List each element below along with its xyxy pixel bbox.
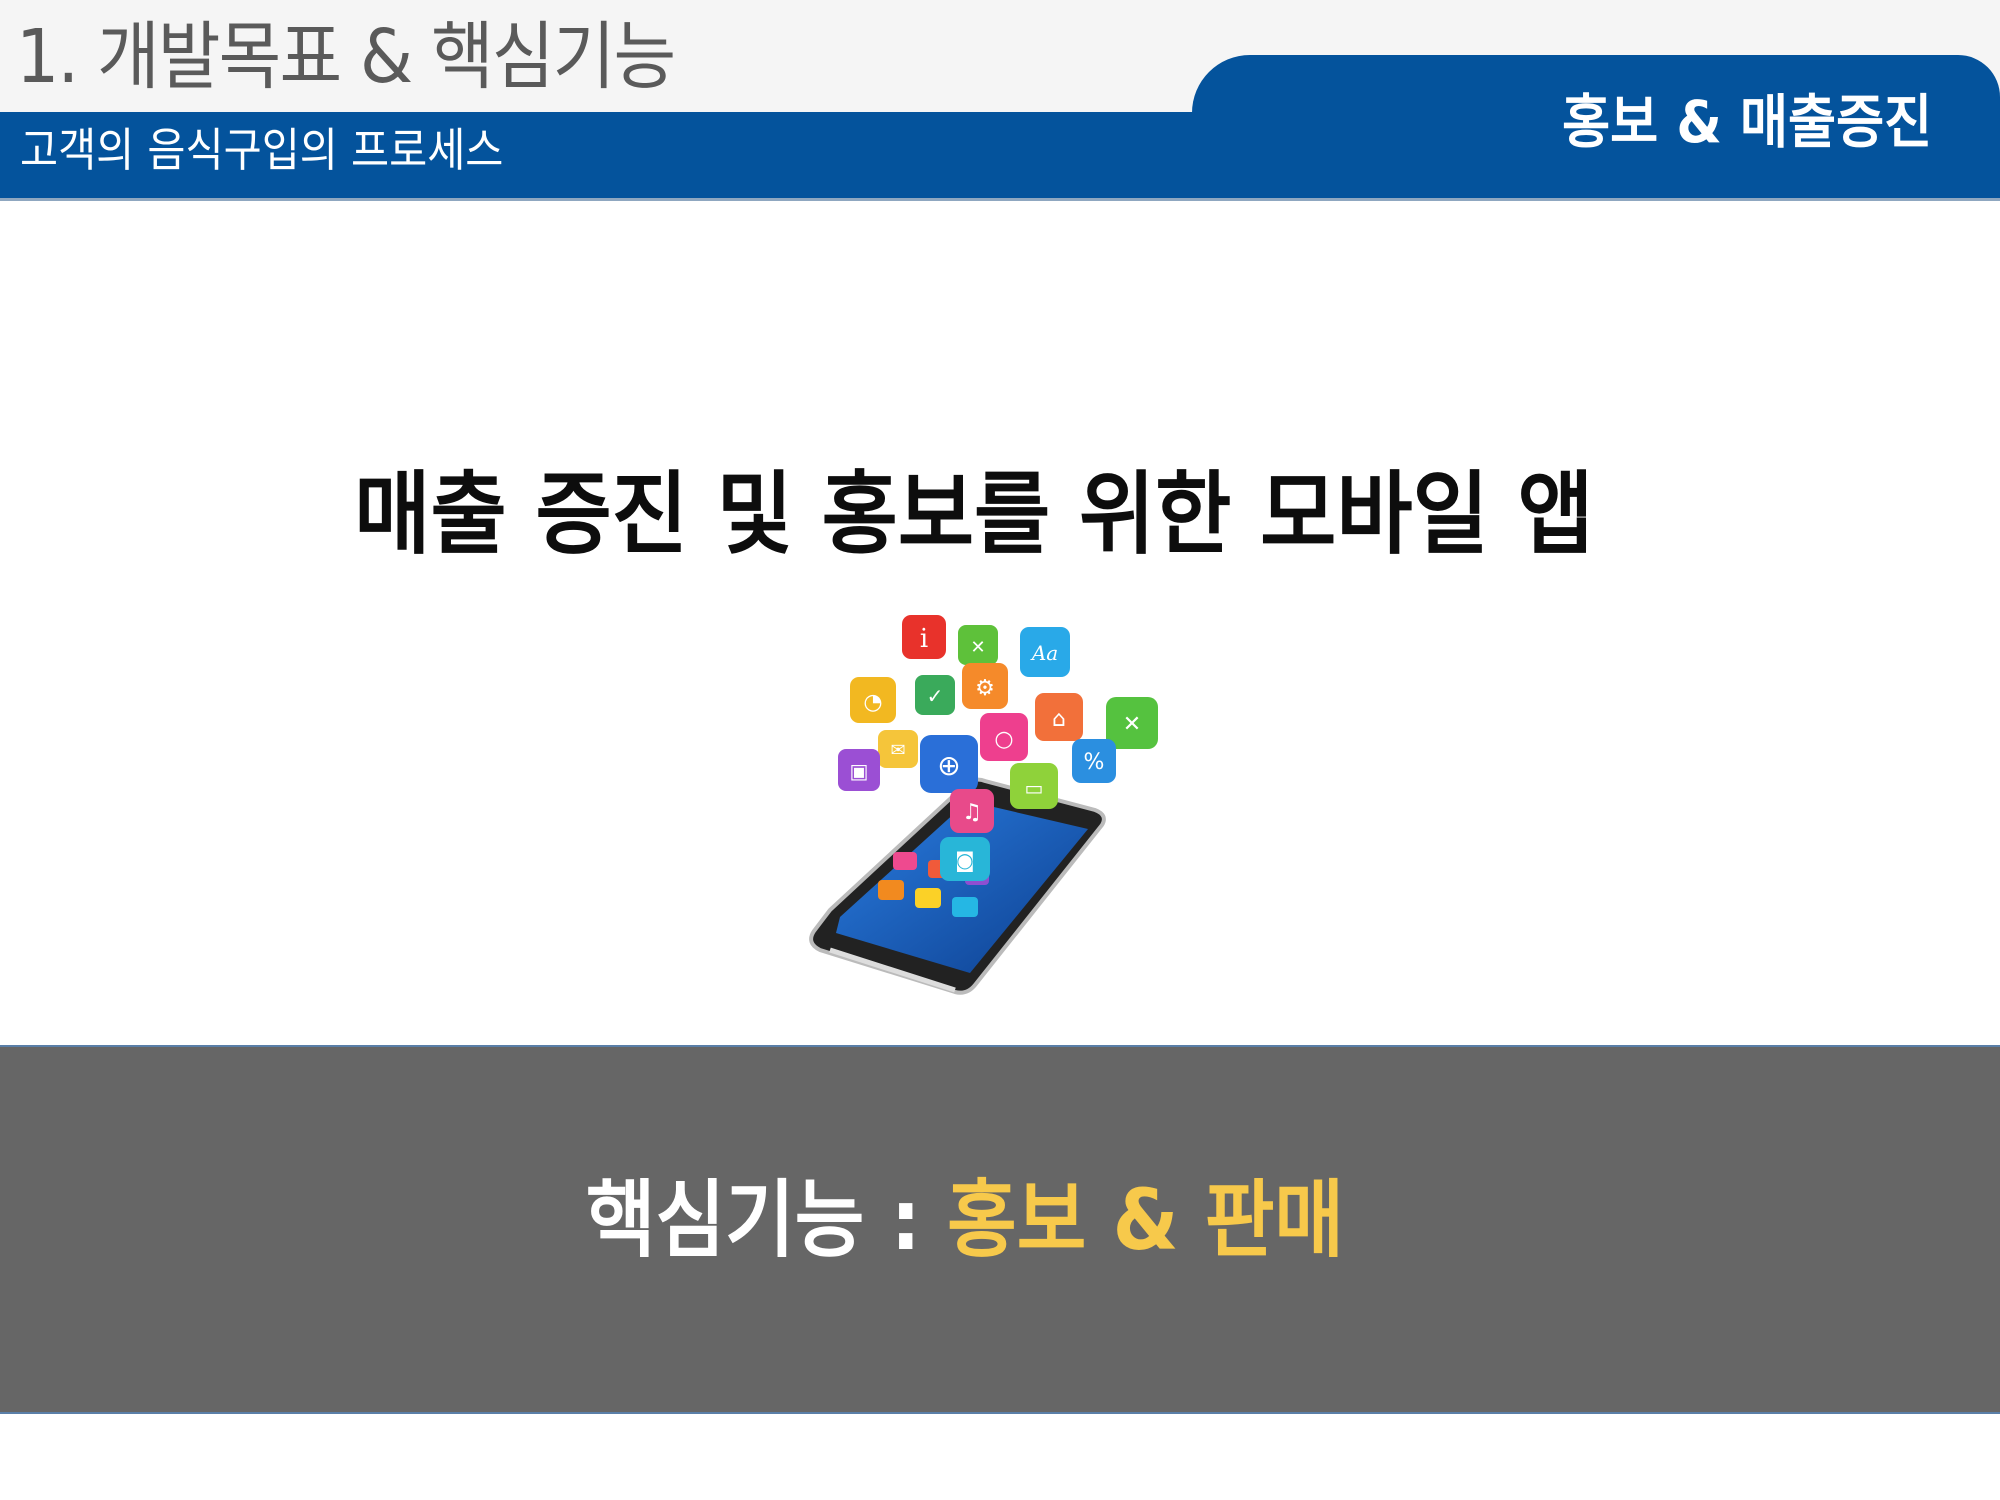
- svg-text:▣: ▣: [850, 759, 869, 783]
- unlock-icon: ⌂: [1035, 693, 1083, 741]
- grid-icon: ✕: [958, 625, 998, 665]
- info-icon: i: [902, 615, 946, 659]
- main-heading: 매출 증진 및 홍보를 위한 모바일 앱: [354, 462, 1594, 567]
- check-icon: ✓: [915, 675, 955, 715]
- key-feature-label: 핵심기능 :: [586, 1171, 948, 1269]
- svg-text:✉: ✉: [890, 740, 905, 761]
- shuffle-icon: ✕: [1106, 697, 1158, 749]
- cart-icon: ▭: [1010, 763, 1058, 809]
- svg-text:⊕: ⊕: [937, 749, 960, 782]
- key-feature-highlight: 홍보 & 판매: [947, 1171, 1344, 1269]
- camera-icon: ◙: [940, 837, 990, 881]
- svg-text:◙: ◙: [955, 848, 974, 872]
- section-subtitle: 고객의 음식구입의 프로세스: [20, 123, 504, 177]
- key-feature-line: 핵심기능 : 홍보 & 판매: [97, 1170, 1834, 1270]
- globe-icon: ⊕: [920, 735, 978, 793]
- page-title: 1. 개발목표 & 핵심기능: [16, 14, 676, 100]
- svg-text:Aa: Aa: [1030, 641, 1058, 665]
- font-icon: Aa: [1020, 627, 1070, 677]
- svg-text:◔: ◔: [863, 690, 882, 715]
- svg-text:i: i: [920, 624, 928, 654]
- search-icon: ○: [980, 713, 1028, 761]
- svg-text:✓: ✓: [927, 684, 944, 708]
- music-icon: ♫: [950, 789, 994, 833]
- lock-icon: ▣: [838, 749, 880, 791]
- header-divider: [0, 198, 2000, 201]
- settings-icon: ⚙: [962, 663, 1008, 709]
- svg-text:⚙: ⚙: [975, 676, 995, 701]
- svg-text:✕: ✕: [1123, 712, 1141, 737]
- svg-text:○: ○: [994, 727, 1013, 752]
- svg-text:%: %: [1084, 750, 1105, 775]
- mobile-app-illustration: i ✕ Aa ⚙ ✓ ◔ ⌂ ✕ ○ ✉ ⊕ % ▣ ▭ ♫ ◙: [809, 615, 1158, 995]
- mail-icon: ✉: [878, 730, 918, 768]
- header-tab-label: 홍보 & 매출증진: [1561, 88, 1932, 156]
- svg-text:♫: ♫: [962, 800, 982, 825]
- svg-text:✕: ✕: [970, 637, 985, 658]
- svg-text:⌂: ⌂: [1052, 707, 1066, 732]
- svg-text:▭: ▭: [1025, 776, 1044, 800]
- rss-icon: ◔: [850, 677, 896, 723]
- percent-icon: %: [1072, 739, 1116, 783]
